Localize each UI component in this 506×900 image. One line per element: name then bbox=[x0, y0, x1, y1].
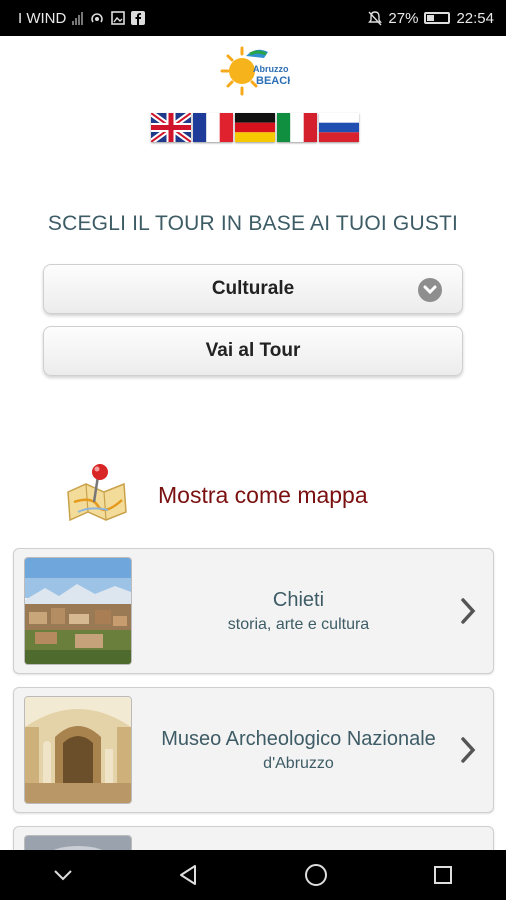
uk-flag[interactable] bbox=[151, 113, 191, 142]
signal-icon bbox=[72, 11, 84, 25]
card-subtitle: d'Abruzzo bbox=[263, 754, 334, 772]
battery-percent: 27% bbox=[388, 9, 419, 27]
russia-flag[interactable] bbox=[319, 113, 359, 142]
france-flag[interactable] bbox=[193, 113, 233, 142]
app-logo: Abruzzo BEACH bbox=[220, 44, 295, 98]
museo-thumbnail bbox=[24, 696, 132, 804]
hide-nav-icon[interactable] bbox=[52, 868, 74, 882]
svg-text:BEACH: BEACH bbox=[256, 75, 290, 87]
mute-icon bbox=[368, 10, 383, 25]
show-map-link[interactable]: Mostra come mappa bbox=[158, 482, 368, 509]
chevron-right-icon bbox=[461, 598, 476, 624]
tour-type-select[interactable]: Culturale bbox=[43, 264, 463, 314]
recents-icon[interactable] bbox=[432, 864, 454, 886]
card-text: Museo Archeologico Nazionale d'Abruzzo bbox=[144, 688, 453, 812]
hotspot-icon bbox=[91, 13, 104, 23]
card-title: Chieti bbox=[272, 588, 325, 611]
facebook-icon bbox=[131, 11, 146, 25]
battery-icon bbox=[424, 12, 451, 24]
chevron-down-icon bbox=[418, 278, 442, 302]
card-title: Museo Archeologico Nazionale bbox=[161, 727, 436, 750]
chieti-thumbnail bbox=[24, 557, 132, 665]
card-text: Chieti storia, arte e cultura bbox=[144, 549, 453, 673]
italy-flag[interactable] bbox=[277, 113, 317, 142]
back-icon[interactable] bbox=[177, 863, 199, 887]
home-icon[interactable] bbox=[303, 862, 329, 888]
system-nav-bar bbox=[0, 850, 506, 900]
map-icon-wrap[interactable] bbox=[64, 462, 132, 526]
go-to-tour-label: Vai al Tour bbox=[205, 340, 301, 361]
clock: 22:54 bbox=[456, 9, 494, 27]
language-flags bbox=[151, 113, 359, 142]
status-right: 27% 22:54 bbox=[368, 10, 494, 27]
tour-card-chieti[interactable]: Chieti storia, arte e cultura bbox=[13, 548, 494, 674]
page-heading: SCEGLI IL TOUR IN BASE AI TUOI GUSTI bbox=[47, 212, 459, 235]
chevron-right-icon bbox=[461, 737, 476, 763]
sun-logo-icon: Abruzzo BEACH bbox=[220, 46, 295, 96]
card-subtitle: storia, arte e cultura bbox=[227, 615, 370, 633]
germany-flag[interactable] bbox=[235, 113, 275, 142]
map-pin-icon bbox=[67, 464, 127, 522]
svg-text:Abruzzo: Abruzzo bbox=[253, 64, 289, 74]
tour-card-museo[interactable]: Museo Archeologico Nazionale d'Abruzzo bbox=[13, 687, 494, 813]
gallery-icon bbox=[111, 11, 126, 25]
go-to-tour-button[interactable]: Vai al Tour bbox=[43, 326, 463, 376]
status-bar: I WIND 27% 22:54 bbox=[0, 0, 506, 36]
carrier-label: I WIND bbox=[18, 9, 67, 27]
status-left: I WIND bbox=[18, 9, 146, 27]
tour-type-value: Culturale bbox=[211, 278, 295, 299]
